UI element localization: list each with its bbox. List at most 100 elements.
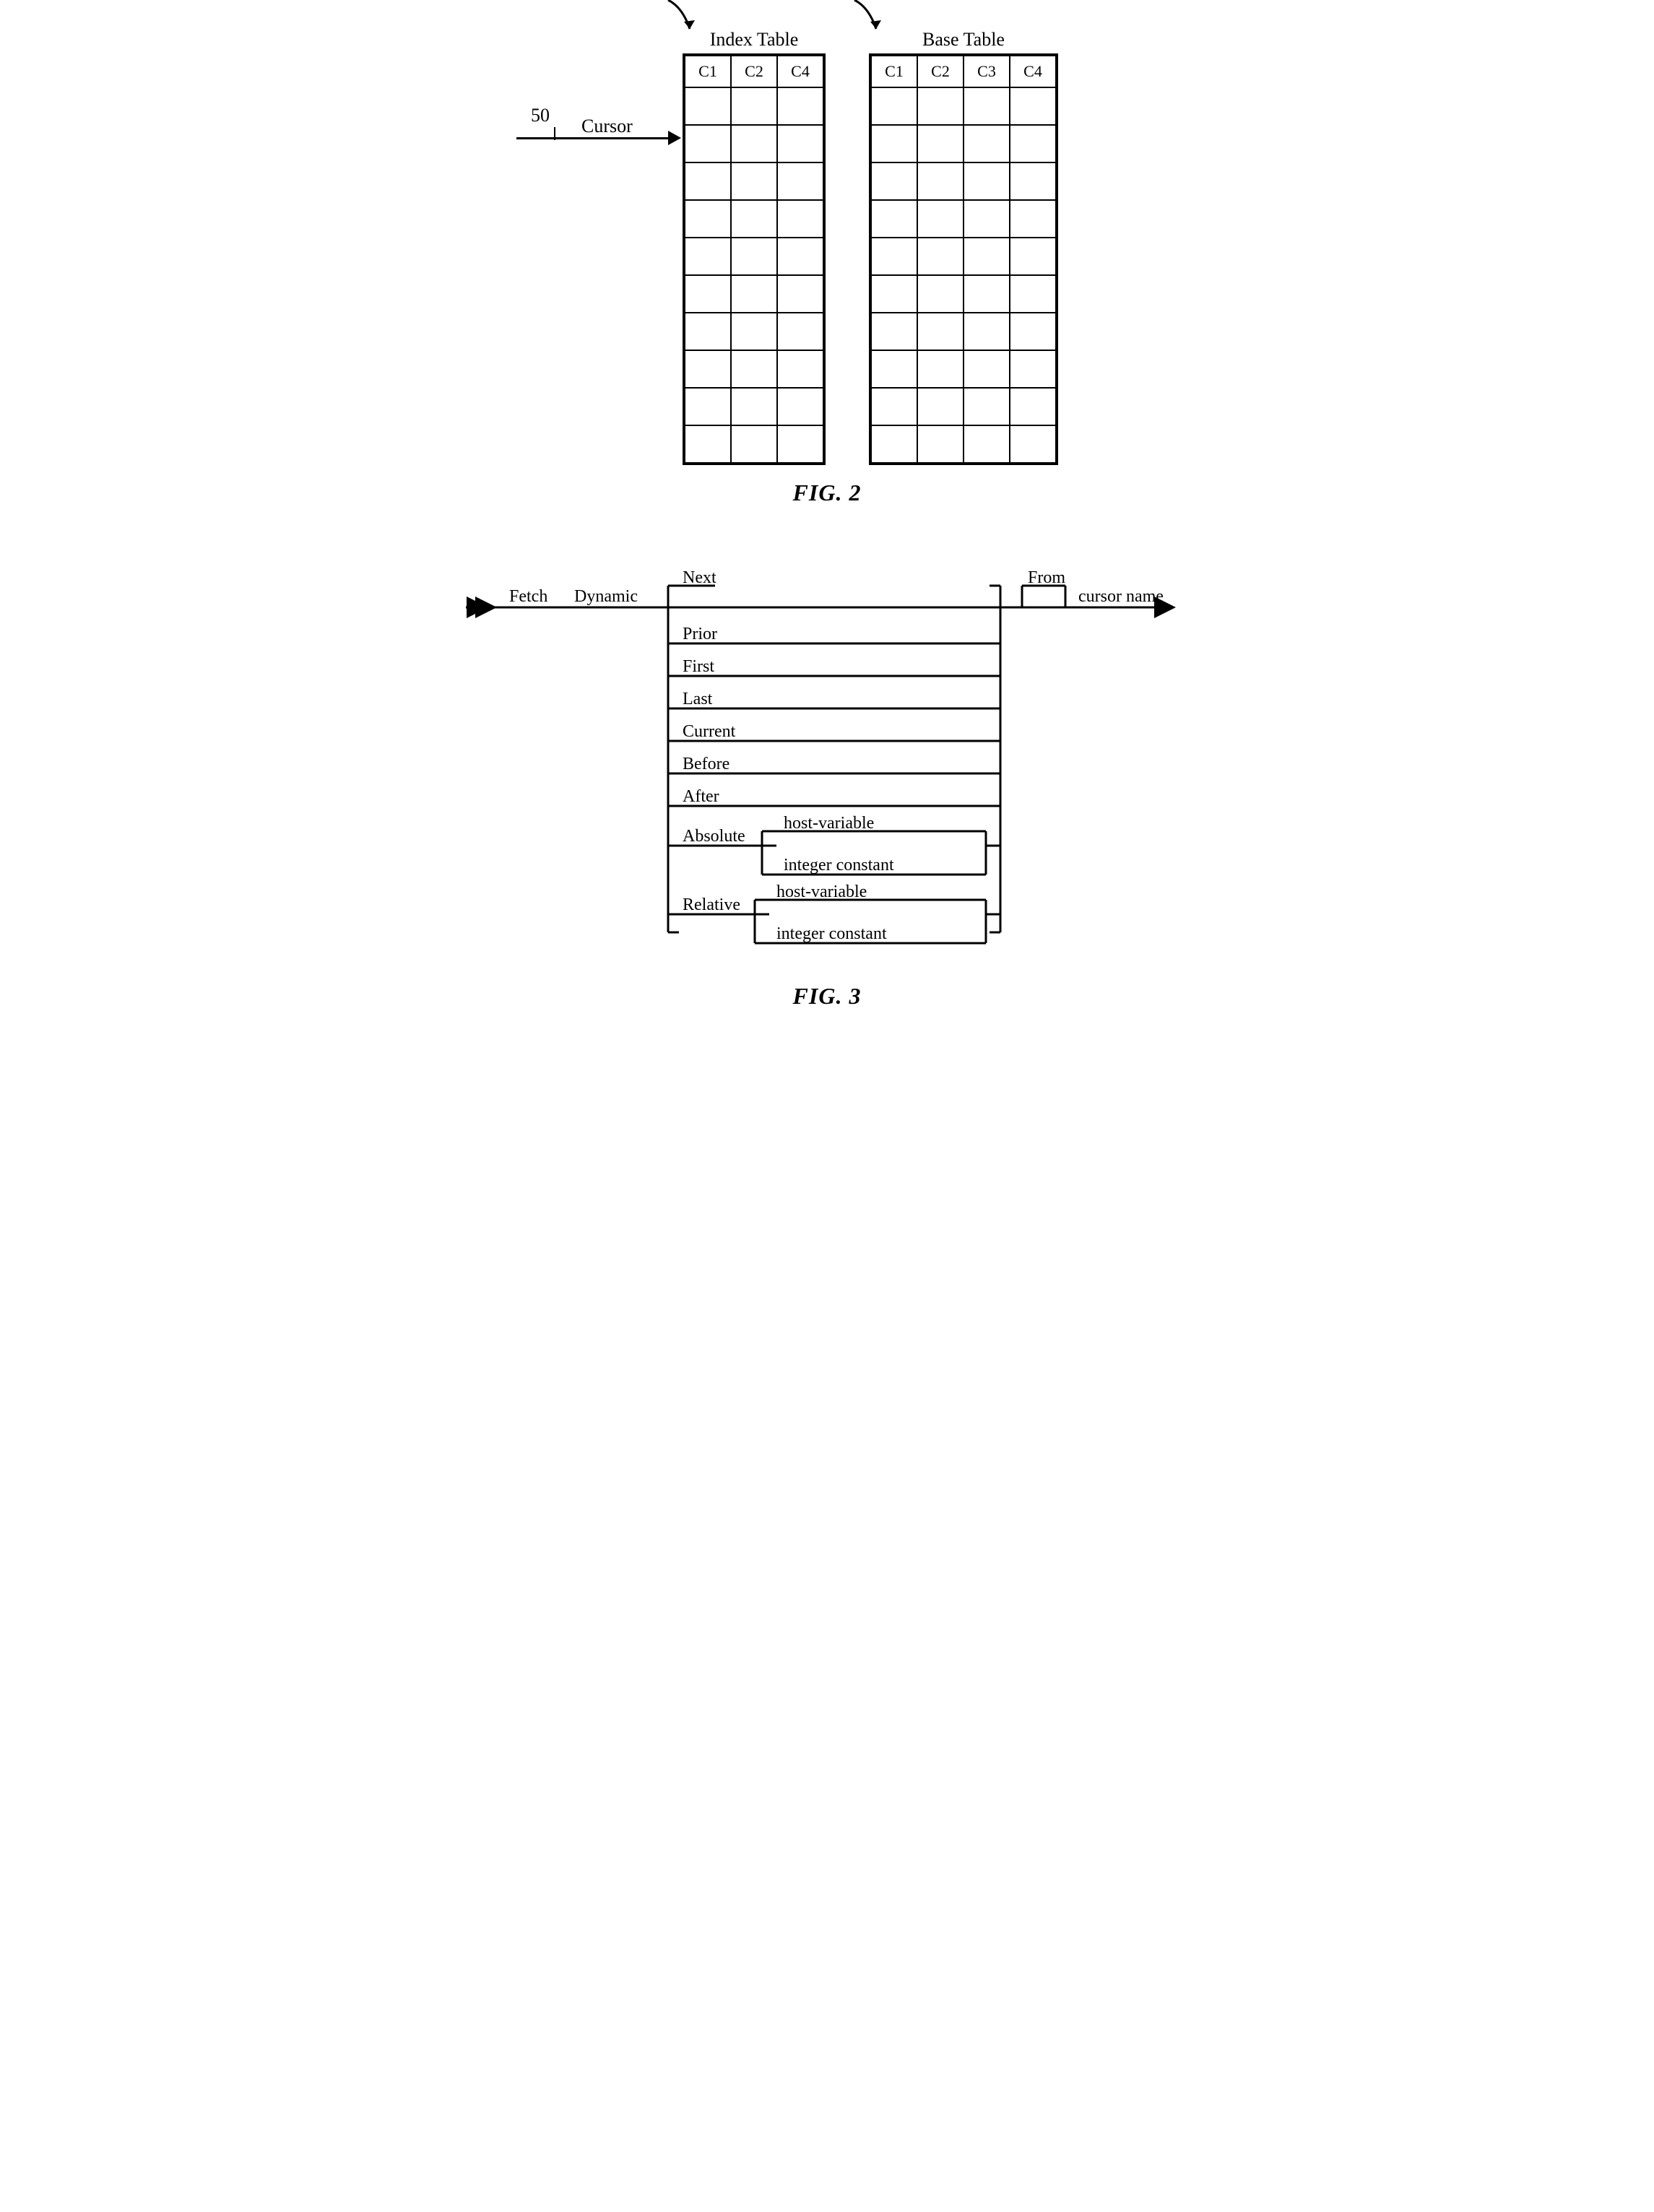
cell <box>1010 238 1057 275</box>
cell <box>964 275 1010 313</box>
table-row <box>684 200 824 238</box>
opt-current: Current <box>683 722 736 741</box>
cell <box>964 125 1010 162</box>
cell <box>870 350 917 388</box>
cell <box>684 238 731 275</box>
cell <box>731 275 777 313</box>
cell <box>964 200 1010 238</box>
cell <box>777 87 824 125</box>
cell <box>684 350 731 388</box>
cell <box>917 313 964 350</box>
cell <box>917 87 964 125</box>
cell <box>731 350 777 388</box>
cell <box>684 425 731 464</box>
cell <box>1010 350 1057 388</box>
cell <box>917 162 964 200</box>
table-row <box>684 313 824 350</box>
cursor-label: Cursor <box>581 116 633 137</box>
table-row <box>684 162 824 200</box>
index-table: C1C2C4 <box>683 53 826 465</box>
base-table: C1C2C3C4 <box>869 53 1058 465</box>
cell <box>731 313 777 350</box>
table-row <box>684 238 824 275</box>
cell <box>777 125 824 162</box>
cell <box>684 162 731 200</box>
dynamic-keyword: Dynamic <box>574 587 638 606</box>
abs-hostvar: host-variable <box>784 814 874 833</box>
table-row <box>684 425 824 464</box>
cell <box>684 87 731 125</box>
cell <box>1010 200 1057 238</box>
table-row <box>870 425 1057 464</box>
cell <box>917 275 964 313</box>
cell <box>731 388 777 425</box>
opt-prior: Prior <box>683 625 717 643</box>
table-row <box>684 275 824 313</box>
abs-intconst: integer constant <box>784 856 894 875</box>
cursor-name: cursor name <box>1078 587 1164 606</box>
cell <box>731 125 777 162</box>
cell <box>917 125 964 162</box>
opt-after: After <box>683 787 719 806</box>
cell <box>917 238 964 275</box>
cell <box>777 200 824 238</box>
table-row <box>684 350 824 388</box>
cell <box>1010 425 1057 464</box>
table-row <box>870 238 1057 275</box>
table-row <box>684 388 824 425</box>
cell <box>917 350 964 388</box>
cell <box>731 162 777 200</box>
index-col-header: C2 <box>731 55 777 87</box>
cell <box>1010 125 1057 162</box>
callout-70: 70 <box>840 0 859 4</box>
opt-next: Next <box>683 568 716 587</box>
opt-before: Before <box>683 755 729 773</box>
cell <box>684 275 731 313</box>
cell <box>917 388 964 425</box>
cell <box>870 275 917 313</box>
cell <box>777 162 824 200</box>
cell <box>777 350 824 388</box>
cell <box>917 200 964 238</box>
cell <box>1010 388 1057 425</box>
cell <box>964 350 1010 388</box>
cell <box>777 388 824 425</box>
table-row <box>870 125 1057 162</box>
table-row <box>870 388 1057 425</box>
cell <box>1010 313 1057 350</box>
rel-intconst: integer constant <box>776 924 887 943</box>
cell <box>777 238 824 275</box>
base-table-title: Base Table <box>869 29 1058 51</box>
table-row <box>870 313 1057 350</box>
table-row <box>870 350 1057 388</box>
base-col-header: C3 <box>964 55 1010 87</box>
fig3-caption: FIG. 3 <box>466 983 1188 1010</box>
cell <box>731 200 777 238</box>
cell <box>1010 87 1057 125</box>
cell <box>964 313 1010 350</box>
cell <box>1010 162 1057 200</box>
index-col-header: C4 <box>777 55 824 87</box>
cell <box>870 388 917 425</box>
callout-50: 50 <box>531 105 550 126</box>
cell <box>731 238 777 275</box>
cell <box>684 388 731 425</box>
figure-3: Fetch Dynamic Next Prior First Last Curr… <box>466 564 1188 1010</box>
opt-absolute: Absolute <box>683 827 745 846</box>
cell <box>684 125 731 162</box>
rel-hostvar: host-variable <box>776 882 867 901</box>
fig2-caption: FIG. 2 <box>502 480 1152 506</box>
cell <box>731 87 777 125</box>
callout-60: 60 <box>654 0 672 4</box>
callout-50-label: 50 <box>531 105 550 126</box>
index-table-title: Index Table <box>683 29 826 51</box>
table-row <box>684 87 824 125</box>
opt-first: First <box>683 657 714 676</box>
table-row <box>870 162 1057 200</box>
cell <box>870 313 917 350</box>
cell <box>870 238 917 275</box>
table-row <box>870 87 1057 125</box>
cell <box>964 388 1010 425</box>
table-row <box>870 275 1057 313</box>
cell <box>870 200 917 238</box>
